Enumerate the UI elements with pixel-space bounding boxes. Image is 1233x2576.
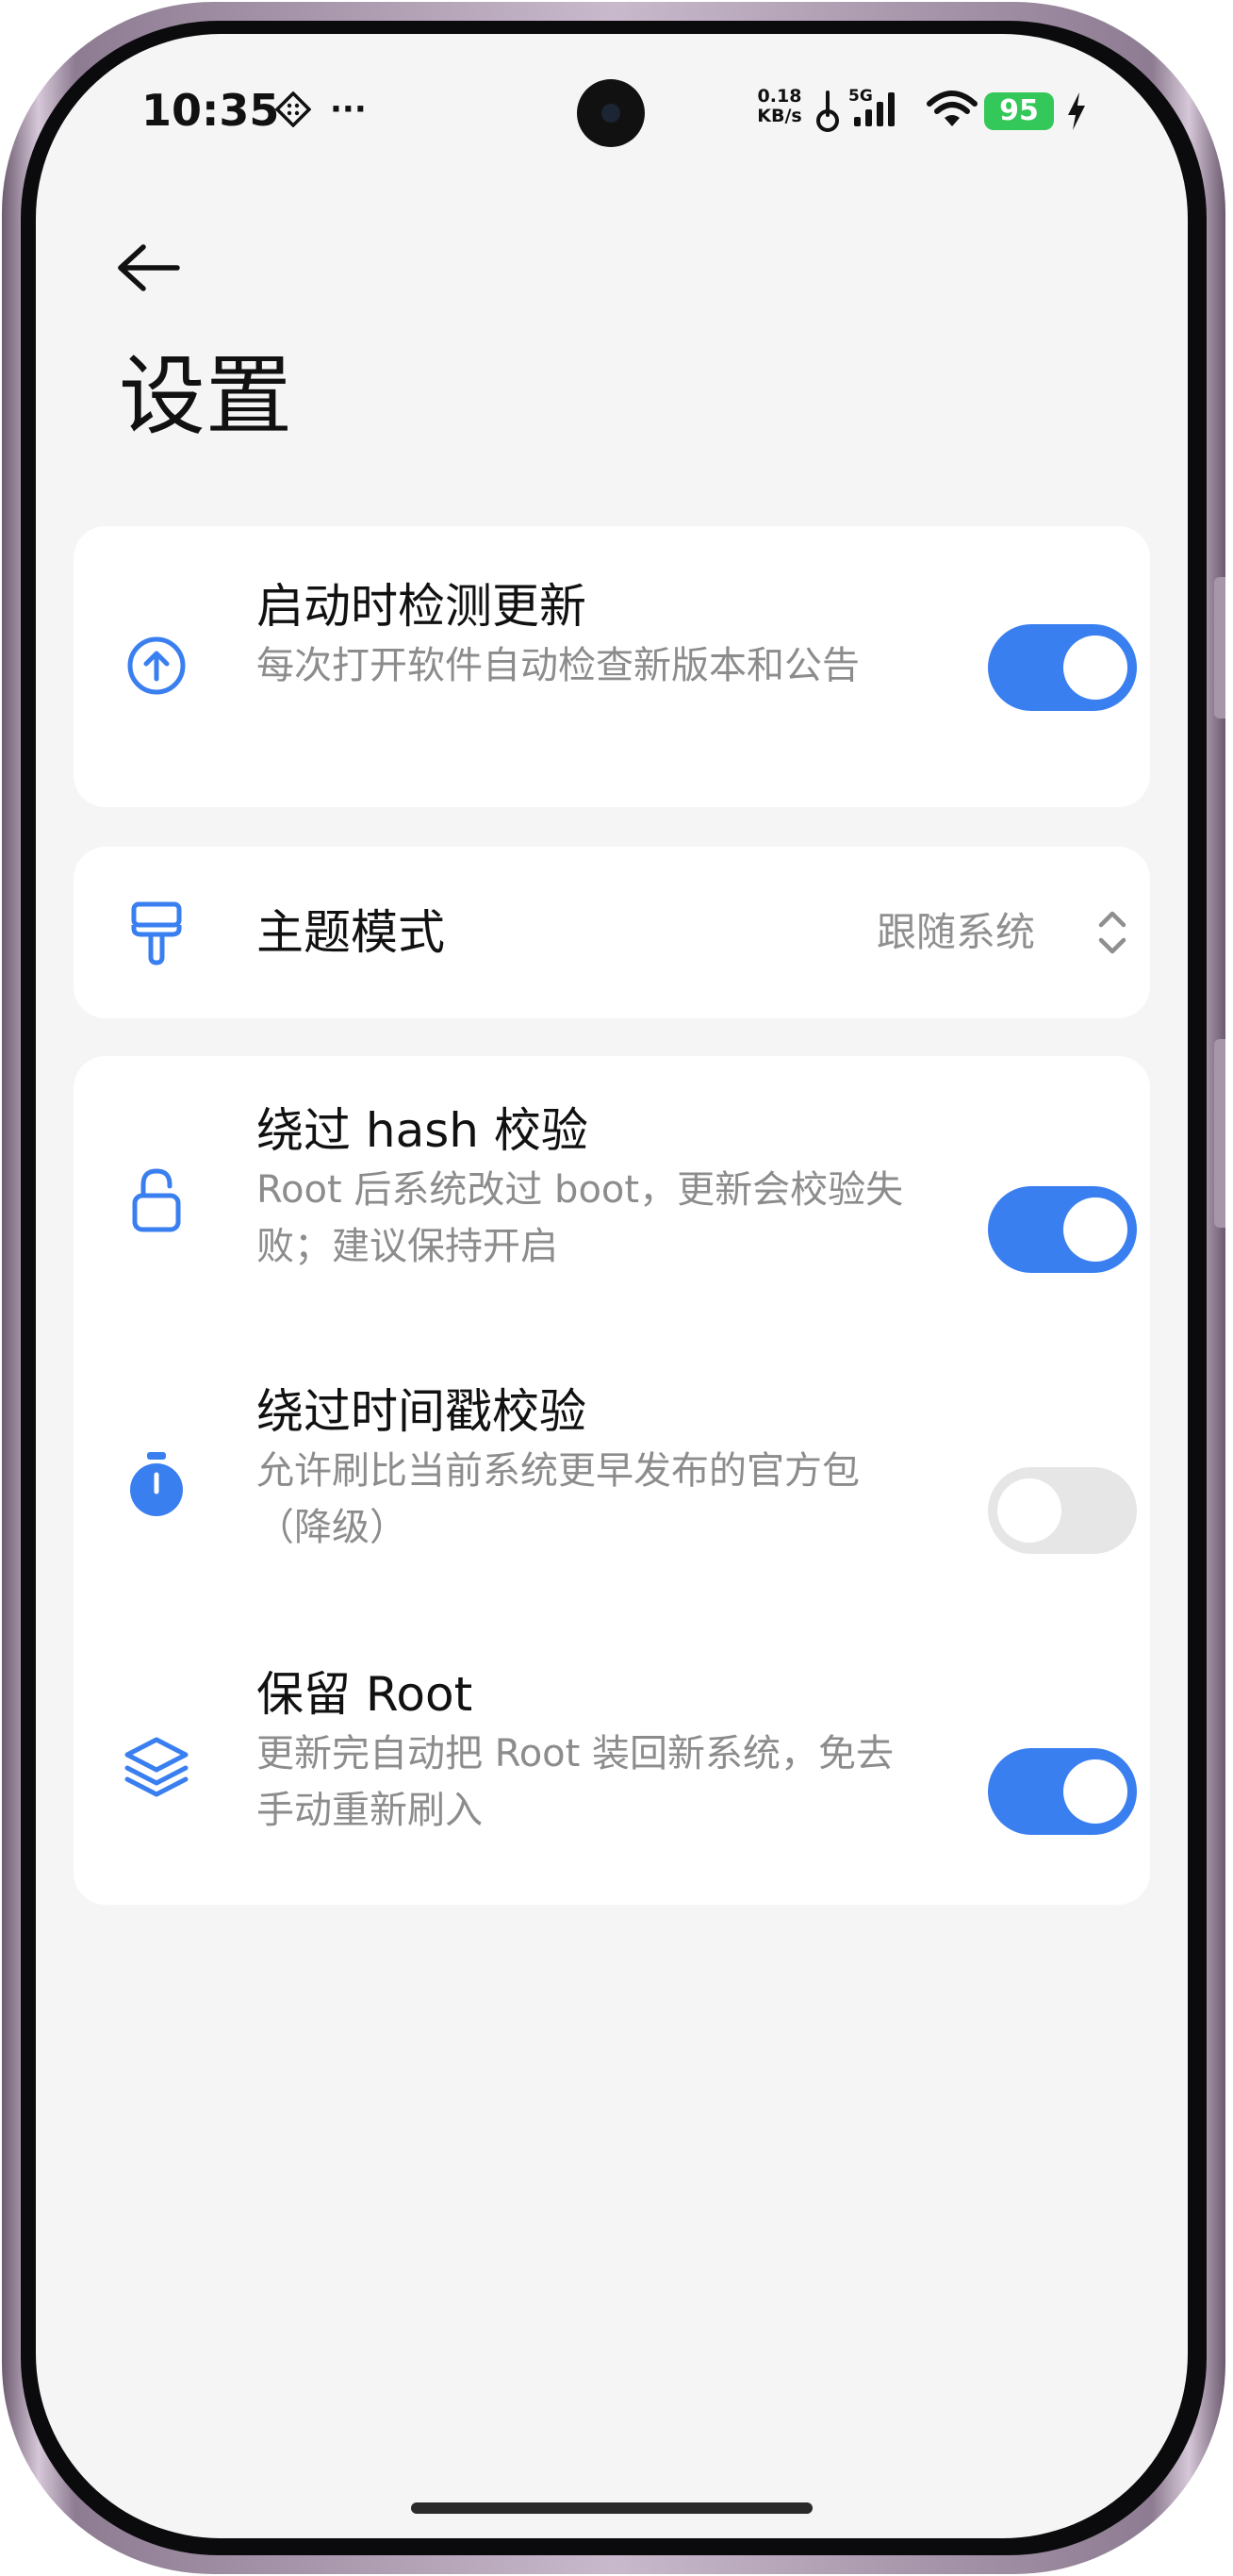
setting-row-check-update-on-launch[interactable]: 启动时检测更新 每次打开软件自动检查新版本和公告: [74, 526, 1150, 807]
setting-title: 启动时检测更新: [256, 579, 586, 634]
hotspot-icon: [813, 87, 843, 140]
paint-brush-icon: [123, 900, 190, 967]
settings-card-flash-options: 绕过 hash 校验 Root 后系统改过 boot，更新会校验失败；建议保持开…: [74, 1056, 1150, 1905]
status-time: 10:35: [141, 85, 280, 136]
toggle-bypass-timestamp-check[interactable]: [988, 1467, 1137, 1554]
app-screen: 10:35 ··· 0.18 KB/s 5G 95 设置 启动时检测更新 每次打…: [36, 34, 1188, 2538]
layers-icon: [123, 1733, 190, 1801]
network-speed-unit: KB/s: [757, 106, 802, 126]
status-bar: 10:35 ··· 0.18 KB/s 5G 95: [36, 34, 1188, 185]
back-button[interactable]: [109, 228, 189, 307]
setting-row-theme-mode[interactable]: 主题模式 跟随系统: [74, 847, 1150, 1018]
network-speed: 0.18 KB/s: [752, 87, 807, 126]
home-indicator[interactable]: [411, 2502, 813, 2514]
setting-row-bypass-timestamp-check[interactable]: 绕过时间戳校验 允许刷比当前系统更早发布的官方包（降级）: [74, 1339, 1150, 1622]
setting-description: Root 后系统改过 boot，更新会校验失败；建议保持开启: [256, 1168, 904, 1268]
network-speed-value: 0.18: [757, 86, 802, 107]
page-title: 设置: [119, 346, 293, 447]
wifi-icon: [926, 87, 978, 138]
setting-title: 主题模式: [256, 905, 445, 960]
battery-indicator: 95: [984, 92, 1054, 130]
toggle-knob: [1063, 1197, 1127, 1262]
setting-row-bypass-hash-check[interactable]: 绕过 hash 校验 Root 后系统改过 boot，更新会校验失败；建议保持开…: [74, 1056, 1150, 1339]
volume-button: [1214, 577, 1225, 718]
app-notification-icon: [275, 91, 311, 128]
settings-card-update-check: 启动时检测更新 每次打开软件自动检查新版本和公告: [74, 526, 1150, 807]
toggle-knob: [1063, 636, 1127, 700]
more-dots-icon: ···: [330, 91, 367, 128]
toggle-check-update-on-launch[interactable]: [988, 624, 1137, 711]
setting-title: 保留 Root: [256, 1667, 473, 1722]
setting-description: 每次打开软件自动检查新版本和公告: [256, 644, 860, 687]
toggle-knob: [1063, 1759, 1127, 1824]
toggle-keep-root[interactable]: [988, 1748, 1137, 1835]
theme-mode-value: 跟随系统: [876, 909, 1035, 955]
toggle-knob: [997, 1478, 1061, 1543]
setting-description: 允许刷比当前系统更早发布的官方包（降级）: [256, 1449, 860, 1549]
toggle-bypass-hash-check[interactable]: [988, 1186, 1137, 1273]
setting-title: 绕过时间戳校验: [256, 1384, 586, 1439]
charging-icon: [1065, 91, 1088, 136]
back-arrow-icon: [118, 244, 180, 291]
setting-row-keep-root[interactable]: 保留 Root 更新完自动把 Root 装回新系统，免去手动重新刷入: [74, 1622, 1150, 1905]
unlocked-padlock-icon: [123, 1167, 190, 1235]
stopwatch-icon: [123, 1450, 190, 1518]
setting-title: 绕过 hash 校验: [256, 1103, 588, 1158]
front-camera: [577, 79, 645, 147]
power-button: [1214, 1039, 1225, 1228]
settings-card-theme: 主题模式 跟随系统: [74, 847, 1150, 1018]
upload-arrow-circle-icon: [123, 632, 190, 700]
setting-description: 更新完自动把 Root 装回新系统，免去手动重新刷入: [256, 1732, 895, 1832]
chevron-up-down-icon: [1093, 904, 1131, 961]
